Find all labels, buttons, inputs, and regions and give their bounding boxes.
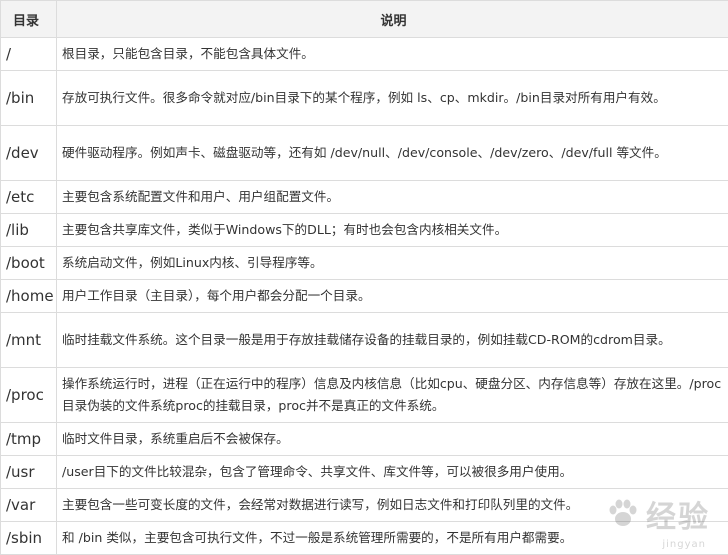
- table-row: /var 主要包含一些可变长度的文件，会经常对数据进行读写，例如日志文件和打印队…: [1, 489, 728, 522]
- table-row: / 根目录，只能包含目录，不能包含具体文件。: [1, 38, 728, 71]
- directory-cell: /etc: [1, 181, 57, 214]
- header-directory: 目录: [1, 1, 57, 38]
- table-row: /tmp 临时文件目录，系统重启后不会被保存。: [1, 423, 728, 456]
- directory-cell: /sbin: [1, 522, 57, 555]
- description-cell: 临时文件目录，系统重启后不会被保存。: [57, 423, 728, 456]
- description-cell: 主要包含一些可变长度的文件，会经常对数据进行读写，例如日志文件和打印队列里的文件…: [57, 489, 728, 522]
- description-cell: 临时挂载文件系统。这个目录一般是用于存放挂载储存设备的挂载目录的，例如挂载CD-…: [57, 313, 728, 368]
- description-cell: /user目下的文件比较混杂，包含了管理命令、共享文件、库文件等，可以被很多用户…: [57, 456, 728, 489]
- directory-cell: /home: [1, 280, 57, 313]
- table-row: /home 用户工作目录（主目录），每个用户都会分配一个目录。: [1, 280, 728, 313]
- table-row: /etc 主要包含系统配置文件和用户、用户组配置文件。: [1, 181, 728, 214]
- table-row: /boot 系统启动文件，例如Linux内核、引导程序等。: [1, 247, 728, 280]
- directory-cell: /: [1, 38, 57, 71]
- description-cell: 系统启动文件，例如Linux内核、引导程序等。: [57, 247, 728, 280]
- directory-cell: /mnt: [1, 313, 57, 368]
- table-header-row: 目录 说明: [1, 1, 728, 38]
- table-row: /mnt 临时挂载文件系统。这个目录一般是用于存放挂载储存设备的挂载目录的，例如…: [1, 313, 728, 368]
- table-row: /bin 存放可执行文件。很多命令就对应/bin目录下的某个程序，例如 ls、c…: [1, 71, 728, 126]
- directory-cell: /tmp: [1, 423, 57, 456]
- table-row: /usr /user目下的文件比较混杂，包含了管理命令、共享文件、库文件等，可以…: [1, 456, 728, 489]
- description-cell: 操作系统运行时，进程（正在运行中的程序）信息及内核信息（比如cpu、硬盘分区、内…: [57, 368, 728, 423]
- table-row: /proc 操作系统运行时，进程（正在运行中的程序）信息及内核信息（比如cpu、…: [1, 368, 728, 423]
- directory-cell: /bin: [1, 71, 57, 126]
- directory-cell: /dev: [1, 126, 57, 181]
- description-cell: 用户工作目录（主目录），每个用户都会分配一个目录。: [57, 280, 728, 313]
- directory-cell: /proc: [1, 368, 57, 423]
- description-cell: 主要包含共享库文件，类似于Windows下的DLL；有时也会包含内核相关文件。: [57, 214, 728, 247]
- description-cell: 根目录，只能包含目录，不能包含具体文件。: [57, 38, 728, 71]
- table-row: /lib 主要包含共享库文件，类似于Windows下的DLL；有时也会包含内核相…: [1, 214, 728, 247]
- directory-cell: /lib: [1, 214, 57, 247]
- table-row: /sbin 和 /bin 类似，主要包含可执行文件，不过一般是系统管理所需要的，…: [1, 522, 728, 555]
- directory-cell: /usr: [1, 456, 57, 489]
- description-cell: 主要包含系统配置文件和用户、用户组配置文件。: [57, 181, 728, 214]
- description-cell: 存放可执行文件。很多命令就对应/bin目录下的某个程序，例如 ls、cp、mkd…: [57, 71, 728, 126]
- description-cell: 和 /bin 类似，主要包含可执行文件，不过一般是系统管理所需要的，不是所有用户…: [57, 522, 728, 555]
- directory-table: 目录 说明 / 根目录，只能包含目录，不能包含具体文件。 /bin 存放可执行文…: [0, 0, 728, 555]
- header-description: 说明: [57, 1, 728, 38]
- directory-cell: /boot: [1, 247, 57, 280]
- directory-cell: /var: [1, 489, 57, 522]
- description-cell: 硬件驱动程序。例如声卡、磁盘驱动等，还有如 /dev/null、/dev/con…: [57, 126, 728, 181]
- table-row: /dev 硬件驱动程序。例如声卡、磁盘驱动等，还有如 /dev/null、/de…: [1, 126, 728, 181]
